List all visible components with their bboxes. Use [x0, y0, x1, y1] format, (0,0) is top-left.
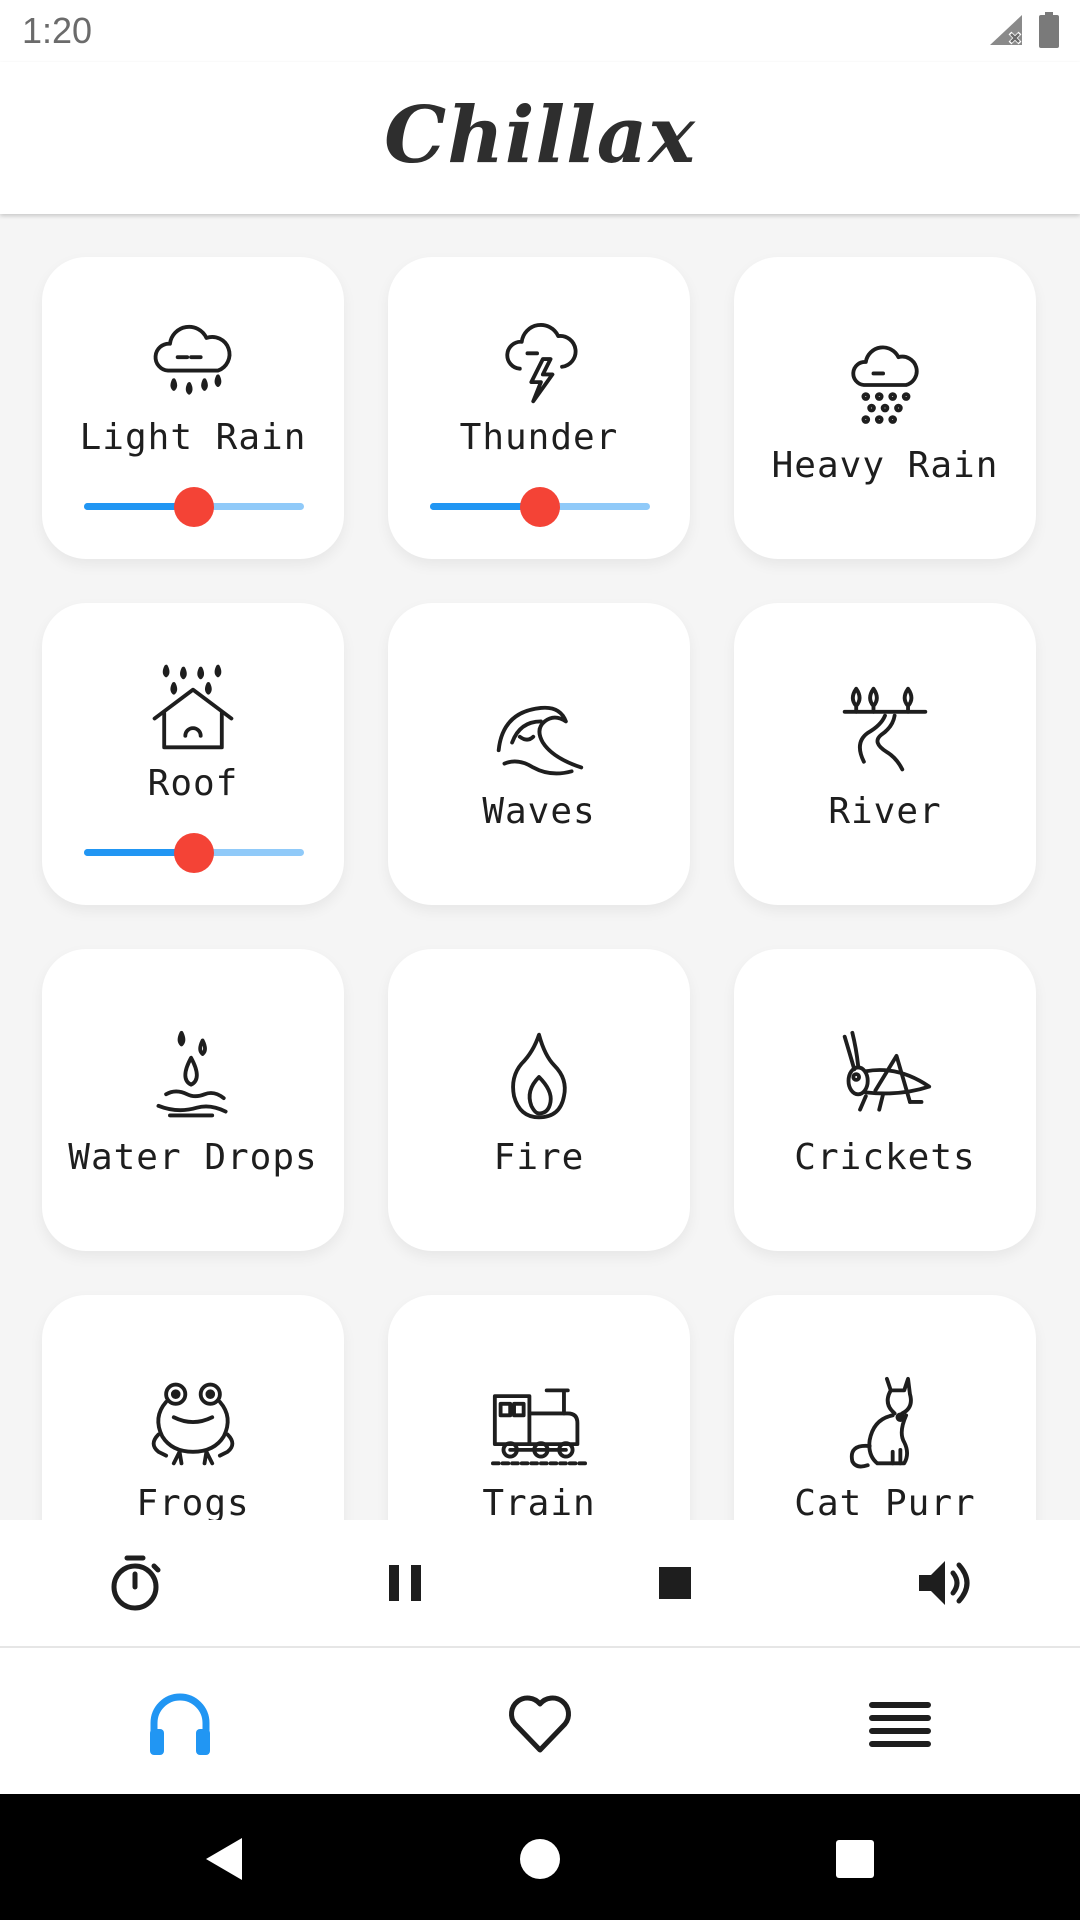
volume-slider[interactable]: [430, 487, 650, 527]
battery-icon: [1038, 12, 1060, 52]
sound-label: Heavy Rain: [771, 445, 999, 486]
volume-icon[interactable]: [912, 1550, 978, 1616]
sound-card-train[interactable]: Train: [388, 1295, 690, 1520]
status-bar: 1:20: [0, 0, 1080, 62]
sound-card-waves[interactable]: Waves: [388, 603, 690, 905]
waves-icon: [388, 683, 690, 779]
sound-label: Light Rain: [79, 417, 307, 458]
slider-thumb[interactable]: [174, 833, 214, 873]
fire-icon: [388, 1029, 690, 1125]
crickets-icon: [734, 1029, 1036, 1125]
sound-grid[interactable]: Light Rain Thunder Heavy Rain Roof Waves…: [0, 214, 1080, 1520]
river-icon: [734, 683, 1036, 779]
menu-icon[interactable]: [860, 1684, 940, 1764]
sound-label: Fire: [493, 1137, 585, 1178]
app-bar: Chillax: [0, 62, 1080, 214]
headphones-icon[interactable]: [140, 1684, 220, 1764]
sound-label: Cat Purr: [794, 1483, 976, 1520]
sound-card-water-drops[interactable]: Water Drops: [42, 949, 344, 1251]
heart-icon[interactable]: [500, 1684, 580, 1764]
stop-icon[interactable]: [642, 1550, 708, 1616]
sound-card-fire[interactable]: Fire: [388, 949, 690, 1251]
sound-label: Crickets: [794, 1137, 976, 1178]
sound-card-river[interactable]: River: [734, 603, 1036, 905]
sound-label: Waves: [482, 791, 596, 832]
sound-card-light-rain[interactable]: Light Rain: [42, 257, 344, 559]
slider-thumb[interactable]: [520, 487, 560, 527]
system-navigation-bar: [0, 1794, 1080, 1920]
volume-slider[interactable]: [84, 487, 304, 527]
light-rain-icon: [42, 313, 344, 409]
sound-label: Thunder: [459, 417, 619, 458]
roof-icon: [42, 659, 344, 755]
home-icon[interactable]: [515, 1834, 565, 1884]
cat-icon: [734, 1375, 1036, 1471]
frog-icon: [42, 1375, 344, 1471]
sound-label: Roof: [147, 763, 239, 804]
pause-icon[interactable]: [372, 1550, 438, 1616]
app-title: Chillax: [384, 89, 696, 181]
heavy-rain-icon: [734, 337, 1036, 433]
back-icon[interactable]: [200, 1834, 250, 1884]
sound-label: Train: [482, 1483, 596, 1520]
sound-card-thunder[interactable]: Thunder: [388, 257, 690, 559]
timer-icon[interactable]: [102, 1550, 168, 1616]
sound-card-heavy-rain[interactable]: Heavy Rain: [734, 257, 1036, 559]
signal-off-icon: [986, 13, 1024, 51]
sound-card-cat-purr[interactable]: Cat Purr: [734, 1295, 1036, 1520]
thunder-icon: [388, 313, 690, 409]
bottom-navigation: [0, 1648, 1080, 1794]
water-drops-icon: [42, 1029, 344, 1125]
sound-card-roof[interactable]: Roof: [42, 603, 344, 905]
sound-card-crickets[interactable]: Crickets: [734, 949, 1036, 1251]
slider-thumb[interactable]: [174, 487, 214, 527]
sound-label: Frogs: [136, 1483, 250, 1520]
sound-label: Water Drops: [68, 1137, 318, 1178]
status-time: 1:20: [22, 10, 93, 51]
sound-card-frogs[interactable]: Frogs: [42, 1295, 344, 1520]
playback-controls: [0, 1520, 1080, 1648]
volume-slider[interactable]: [84, 833, 304, 873]
recents-icon[interactable]: [830, 1834, 880, 1884]
sound-label: River: [828, 791, 942, 832]
train-icon: [388, 1375, 690, 1471]
